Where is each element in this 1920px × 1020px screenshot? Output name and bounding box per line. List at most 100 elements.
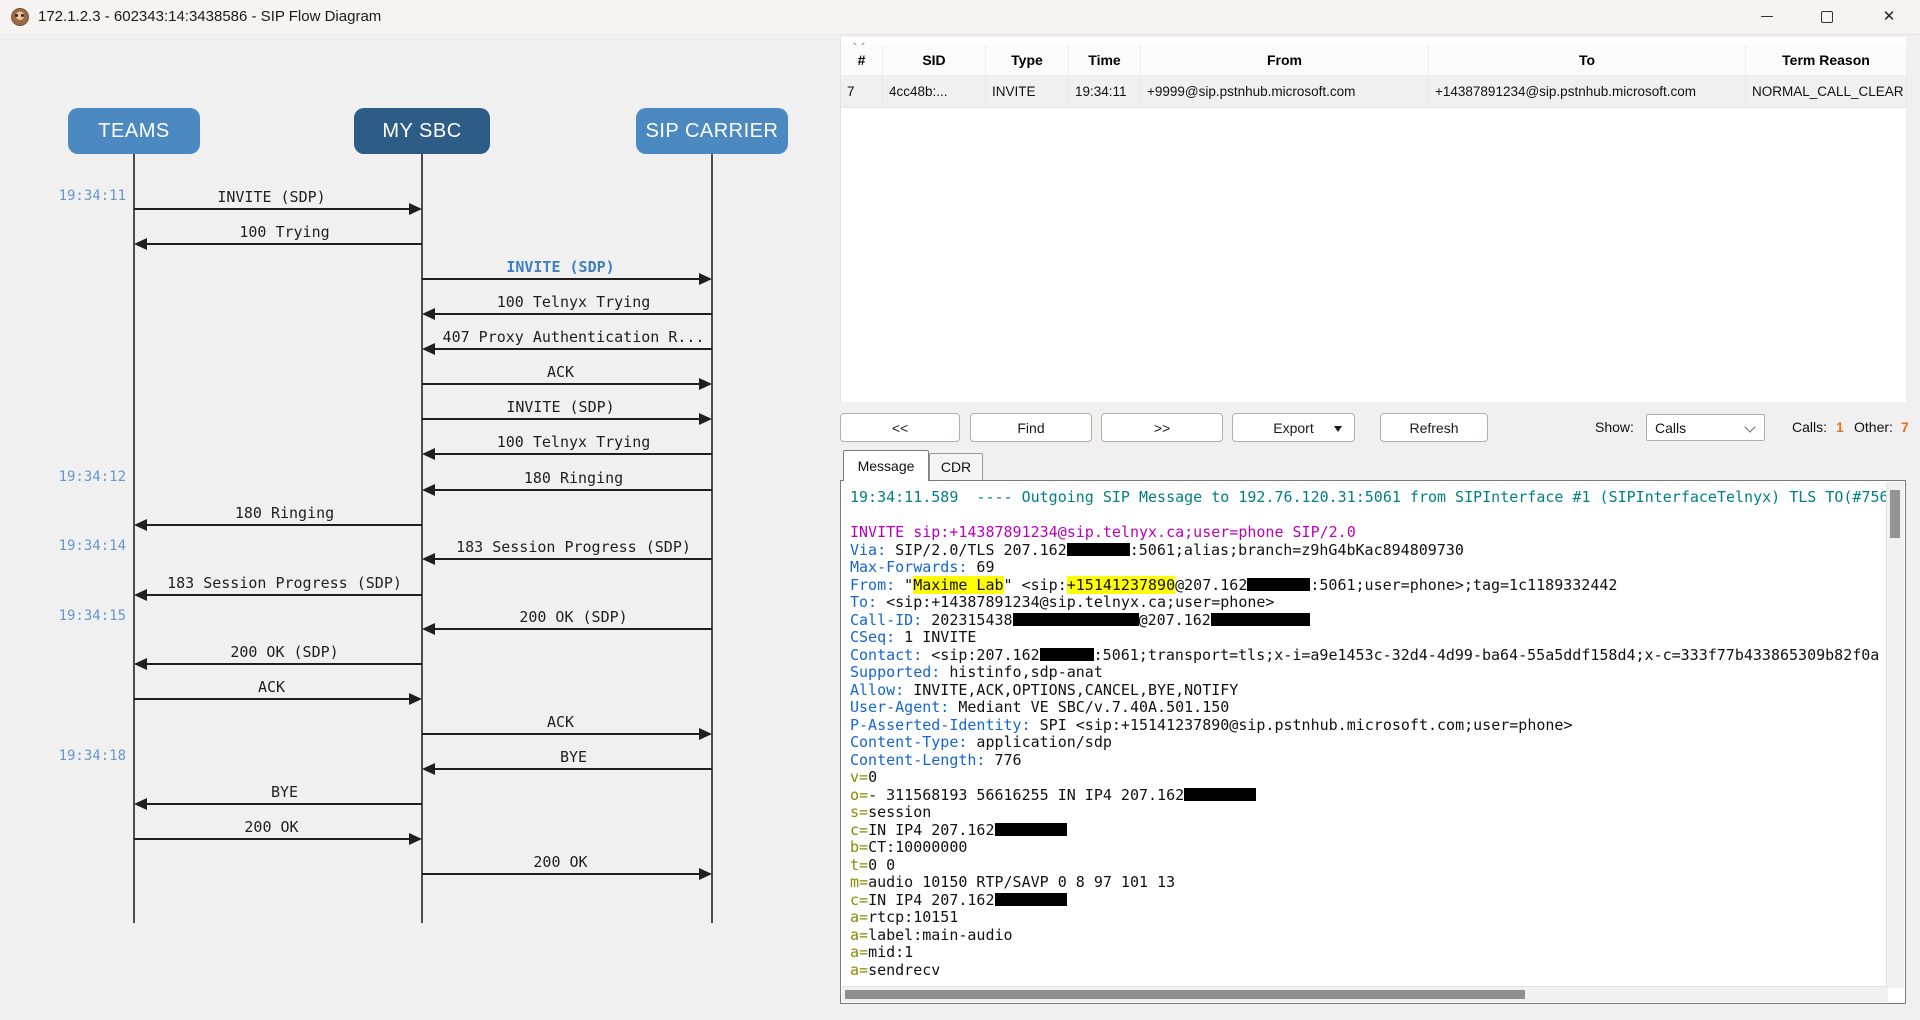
flow-message[interactable]: 100 Telnyx Trying <box>435 453 712 455</box>
column-header-time[interactable]: Time <box>1069 45 1141 75</box>
flow-message-label: BYE <box>435 748 712 766</box>
app-icon <box>11 8 29 26</box>
cell-sid[interactable]: 4cc48b:... <box>883 75 986 107</box>
calls-table: #SIDTypeTimeFromToTerm Reason 74cc48b:..… <box>840 37 1906 402</box>
column-header-to[interactable]: To <box>1429 45 1746 75</box>
cell-type[interactable]: INVITE <box>986 75 1069 107</box>
cell-from[interactable]: +9999@sip.pstnhub.microsoft.com <box>1141 75 1429 107</box>
flow-message[interactable]: BYE <box>147 803 422 805</box>
sip-line: c=IN IP4 207.162 <box>850 891 1887 909</box>
flow-message-label: 180 Ringing <box>147 504 422 522</box>
next-button[interactable]: >> <box>1101 413 1223 442</box>
table-header: #SIDTypeTimeFromToTerm Reason <box>841 45 1907 76</box>
flow-message[interactable]: 200 OK <box>422 873 699 875</box>
flow-message-label: ACK <box>422 713 699 731</box>
actor-my-sbc: MY SBC <box>354 108 490 154</box>
sip-line: From: "Maxime Lab" <sip:+15141237890@207… <box>850 576 1887 594</box>
sip-line: t=0 0 <box>850 856 1887 874</box>
refresh-button[interactable]: Refresh <box>1380 413 1488 442</box>
flow-message-label: 200 OK (SDP) <box>435 608 712 626</box>
tab-cdr[interactable]: CDR <box>929 453 983 480</box>
flow-message[interactable]: 200 OK <box>134 838 409 840</box>
minimize-icon <box>1761 16 1773 17</box>
flow-message-label: ACK <box>134 678 409 696</box>
column-header-term-reason[interactable]: Term Reason <box>1746 45 1907 75</box>
sip-line: Max-Forwards: 69 <box>850 558 1887 576</box>
flow-message-label: 183 Session Progress (SDP) <box>435 538 712 556</box>
flow-message[interactable]: INVITE (SDP) <box>422 418 699 420</box>
sip-line: To: <sip:+14387891234@sip.telnyx.ca;user… <box>850 593 1887 611</box>
sip-line: a=mid:1 <box>850 943 1887 961</box>
flow-message[interactable]: INVITE (SDP) <box>134 208 409 210</box>
horizontal-scrollbar-thumb[interactable] <box>845 990 1525 999</box>
flow-message[interactable]: BYE <box>435 768 712 770</box>
flow-message-label: 183 Session Progress (SDP) <box>147 574 422 592</box>
flow-message[interactable]: 183 Session Progress (SDP) <box>435 558 712 560</box>
close-button[interactable]: ✕ <box>1866 0 1912 33</box>
find-button[interactable]: Find <box>970 413 1092 442</box>
flow-message-label: 200 OK (SDP) <box>147 643 422 661</box>
flow-timestamp: 19:34:18 <box>30 748 126 764</box>
column-header--[interactable]: # <box>841 45 883 75</box>
show-filter-value: Calls <box>1655 420 1686 436</box>
flow-message[interactable]: 183 Session Progress (SDP) <box>147 594 422 596</box>
flow-timestamp: 19:34:15 <box>30 608 126 624</box>
flow-message-label: 100 Trying <box>147 223 422 241</box>
cell-term-reason[interactable]: NORMAL_CALL_CLEAR <box>1746 75 1907 107</box>
vertical-scrollbar-thumb[interactable] <box>1890 490 1900 538</box>
export-button[interactable]: Export <box>1232 413 1355 442</box>
redaction <box>1013 613 1139 626</box>
sip-line: a=sendrecv <box>850 961 1887 979</box>
cell-time[interactable]: 19:34:11 <box>1069 75 1141 107</box>
table-row[interactable]: 74cc48b:...INVITE19:34:11+9999@sip.pstnh… <box>841 75 1907 108</box>
sip-line: Via: SIP/2.0/TLS 207.162:5061;alias;bran… <box>850 541 1887 559</box>
flow-message[interactable]: 200 OK (SDP) <box>435 628 712 630</box>
chevron-down-icon <box>1744 421 1755 432</box>
sip-line: Content-Length: 776 <box>850 751 1887 769</box>
flow-message[interactable]: INVITE (SDP) <box>422 278 699 280</box>
cell--[interactable]: 7 <box>841 75 883 107</box>
flow-message[interactable]: ACK <box>134 698 409 700</box>
flow-message-label: 407 Proxy Authentication R... <box>435 328 712 346</box>
redaction <box>1247 578 1310 591</box>
sip-line: P-Asserted-Identity: SPI <sip:+151412378… <box>850 716 1887 734</box>
cell-to[interactable]: +14387891234@sip.pstnhub.microsoft.com <box>1429 75 1746 107</box>
redaction <box>1211 613 1310 626</box>
export-button-label: Export <box>1273 420 1313 436</box>
flow-message-label: INVITE (SDP) <box>422 398 699 416</box>
flow-message[interactable]: ACK <box>422 383 699 385</box>
window-title: 172.1.2.3 - 602343:14:3438586 - SIP Flow… <box>38 8 381 25</box>
column-header-type[interactable]: Type <box>986 45 1069 75</box>
calls-count-value: 1 <box>1836 419 1844 435</box>
flow-message-label: 180 Ringing <box>435 469 712 487</box>
sip-line: User-Agent: Mediant VE SBC/v.7.40A.501.1… <box>850 698 1887 716</box>
flow-timestamp: 19:34:11 <box>30 188 126 204</box>
column-header-from[interactable]: From <box>1141 45 1429 75</box>
flow-message[interactable]: 100 Telnyx Trying <box>435 313 712 315</box>
sip-line: b=CT:10000000 <box>850 838 1887 856</box>
sip-message-text: 19:34:11.589 ---- Outgoing SIP Message t… <box>850 488 1887 986</box>
flow-message[interactable]: 180 Ringing <box>435 489 712 491</box>
flow-message[interactable]: ACK <box>422 733 699 735</box>
vertical-scrollbar[interactable] <box>1886 482 1904 988</box>
flow-message[interactable]: 200 OK (SDP) <box>147 663 422 665</box>
flow-message[interactable]: 407 Proxy Authentication R... <box>435 348 712 350</box>
maximize-button[interactable] <box>1804 0 1850 33</box>
flow-message-label: 100 Telnyx Trying <box>435 293 712 311</box>
horizontal-scrollbar[interactable] <box>842 986 1888 1002</box>
show-label: Show: <box>1595 419 1634 435</box>
flow-timestamp: 19:34:12 <box>30 469 126 485</box>
column-header-sid[interactable]: SID <box>883 45 986 75</box>
show-filter-combobox[interactable]: Calls <box>1646 414 1765 441</box>
calls-count-label: Calls: <box>1792 419 1827 435</box>
flow-message[interactable]: 100 Trying <box>147 243 422 245</box>
flow-timestamp: 19:34:14 <box>30 538 126 554</box>
flow-message-label: 200 OK <box>134 818 409 836</box>
flow-message[interactable]: 180 Ringing <box>147 524 422 526</box>
sip-flow-diagram: TEAMSMY SBCSIP CARRIER19:34:1119:34:1219… <box>0 34 840 1020</box>
previous-button[interactable]: << <box>840 413 960 442</box>
minimize-button[interactable] <box>1744 0 1790 33</box>
sip-line <box>850 506 1887 524</box>
tab-message[interactable]: Message <box>843 450 929 481</box>
sip-line: 19:34:11.589 ---- Outgoing SIP Message t… <box>850 488 1887 506</box>
